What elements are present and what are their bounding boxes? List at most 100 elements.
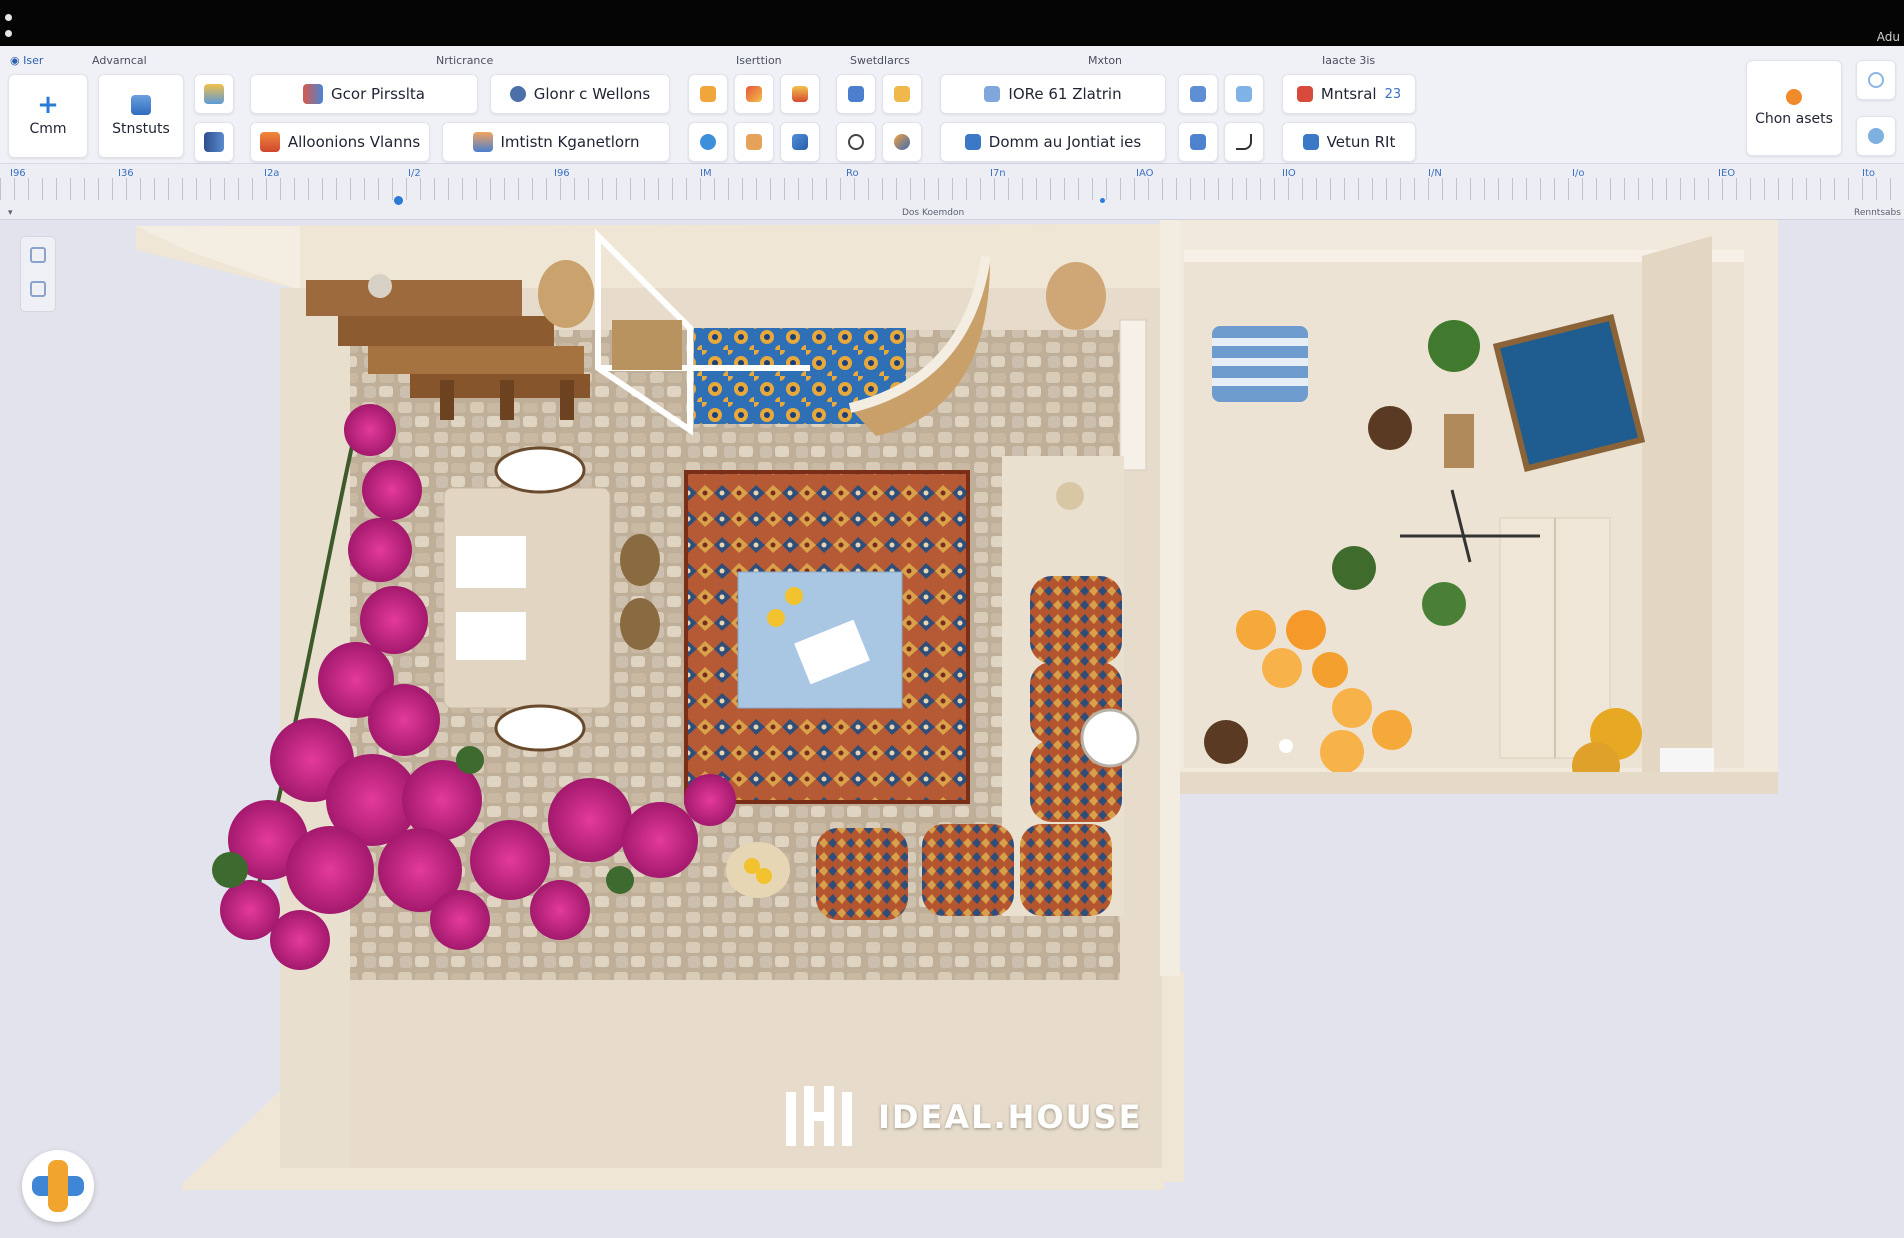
divider-wall <box>1160 220 1180 976</box>
figure-tool-button[interactable] <box>1178 122 1218 162</box>
material-badge: 23 <box>1384 86 1402 102</box>
window-dot-icon[interactable] <box>5 14 12 21</box>
group-label-switches: Swetdlarcs <box>850 54 910 67</box>
woven-basket <box>538 260 594 328</box>
plus-shape-icon <box>32 1160 84 1212</box>
cube-tool-button[interactable] <box>1224 74 1264 114</box>
potted-plant <box>1332 546 1376 590</box>
plus-icon: + <box>37 90 59 120</box>
app-logo-icon: ◉ <box>10 54 20 67</box>
chair-tool-button[interactable] <box>1178 74 1218 114</box>
ruler-number: Ro <box>846 168 859 179</box>
group-label-advanced: Advarncal <box>92 54 147 67</box>
ruler-number: I/2 <box>408 168 421 179</box>
ruler-indent-handle[interactable]: ▾ <box>8 208 13 218</box>
curve-tool-button[interactable] <box>1224 122 1264 162</box>
shapes-icon <box>746 86 762 102</box>
ruler-number: Ito <box>1862 168 1875 179</box>
candle-tool-button[interactable] <box>882 74 922 114</box>
ribbon-toolbar: ◉ Iser Advarncal Nrticrance Iserttion Sw… <box>0 46 1904 164</box>
bottle-tool-button[interactable] <box>688 74 728 114</box>
shield-icon <box>1868 72 1884 88</box>
woven-basket <box>1046 262 1106 330</box>
tile-icon <box>984 86 1001 102</box>
ruler-number: I96 <box>10 168 26 179</box>
ruler-position-marker[interactable] <box>394 196 403 205</box>
shield-button[interactable] <box>1856 60 1896 100</box>
globe-button[interactable] <box>1856 116 1896 156</box>
ruler-number: IIO <box>1282 168 1296 179</box>
create-button[interactable]: + Cmm <box>8 74 88 158</box>
fish-tool-button[interactable] <box>688 122 728 162</box>
ruler-number: I/N <box>1428 168 1442 179</box>
ruler-number: I7n <box>990 168 1006 179</box>
floating-action-button[interactable] <box>22 1150 94 1222</box>
layers-button[interactable] <box>194 74 234 114</box>
shapes-tool-button[interactable] <box>734 74 774 114</box>
app-tab[interactable]: ◉ Iser <box>10 54 43 67</box>
structure-icon <box>131 95 151 115</box>
brand-logo-icon <box>786 1086 852 1146</box>
ruler-position-marker[interactable] <box>1100 198 1105 203</box>
towel-roll <box>1660 748 1714 772</box>
interior-button[interactable]: Imtistn Kganetlorn <box>442 122 670 162</box>
box-tool-button[interactable] <box>780 74 820 114</box>
palette-icon <box>303 84 324 104</box>
wooden-box <box>1444 414 1474 468</box>
search-tool-button[interactable] <box>836 122 876 162</box>
brand-name: IDEAL.HOUSE <box>878 1098 1143 1136</box>
ruler-number: I36 <box>118 168 134 179</box>
ruler-number: I2a <box>264 168 280 179</box>
ruler-number: IM <box>700 168 712 179</box>
lamp-icon <box>848 86 864 102</box>
fruit-icon <box>1786 89 1802 105</box>
jar-tool-button[interactable] <box>734 122 774 162</box>
lantern <box>368 274 392 298</box>
lamp-tool-button[interactable] <box>836 74 876 114</box>
watermark: IDEAL.HOUSE <box>780 1082 1143 1152</box>
dome-button[interactable]: Domm au Jontiat ies <box>940 122 1166 162</box>
chair-icon <box>1190 86 1206 102</box>
fish-icon <box>700 134 716 150</box>
box-icon <box>792 86 808 102</box>
jar-icon <box>746 134 762 150</box>
rotate-tool-button[interactable] <box>882 122 922 162</box>
material-button[interactable]: Mntsral 23 <box>1282 74 1416 114</box>
window <box>1119 319 1147 471</box>
candle-icon <box>894 86 910 102</box>
tile-zone-button[interactable]: IORe 61 Zlatrin <box>940 74 1166 114</box>
group-label-materials: Nrticrance <box>436 54 494 67</box>
structure-button[interactable]: Stnstuts <box>98 74 184 158</box>
bucket-icon <box>259 132 280 152</box>
ruler[interactable]: I96 I36 I2a I/2 I96 IM Ro I7n IAO IIO I/… <box>0 164 1904 220</box>
bowl <box>1204 720 1248 764</box>
material-icon <box>1296 86 1313 102</box>
window-dot-icon[interactable] <box>5 30 12 37</box>
sailboat-tool-button[interactable] <box>780 122 820 162</box>
bottle-icon <box>700 86 716 102</box>
group-label-insertion: Iserttion <box>736 54 782 67</box>
curve-icon <box>1236 134 1252 150</box>
vase <box>1056 482 1084 510</box>
sailboat-icon <box>792 134 808 150</box>
dome-icon <box>964 134 981 150</box>
stone-wall-button[interactable]: Glonr c Wellons <box>490 74 670 114</box>
group-label-motion: Mxton <box>1088 54 1123 67</box>
chart-sheets-button[interactable]: Chon asets <box>1746 60 1842 156</box>
door-button[interactable] <box>194 122 234 162</box>
addons-button[interactable]: Alloonions Vlanns <box>250 122 430 162</box>
ruler-ticks <box>0 178 1904 200</box>
ruler-number: IEO <box>1718 168 1736 179</box>
color-presets-button[interactable]: Gcor Pirsslta <box>250 74 478 114</box>
ruler-number: I96 <box>554 168 570 179</box>
globe-icon <box>1868 128 1884 144</box>
round-stool <box>1080 708 1140 768</box>
group-label-image: Iaacte 3is <box>1322 54 1376 67</box>
magnifier-icon <box>848 134 864 150</box>
window-titlebar: Adu <box>0 0 1904 46</box>
rotate-icon <box>894 134 910 150</box>
titlebar-corner-text: Adu <box>1876 30 1900 44</box>
design-canvas[interactable]: IDEAL.HOUSE <box>0 220 1904 1238</box>
interior-icon <box>472 132 493 152</box>
vetum-button[interactable]: Vetun RIt <box>1282 122 1416 162</box>
